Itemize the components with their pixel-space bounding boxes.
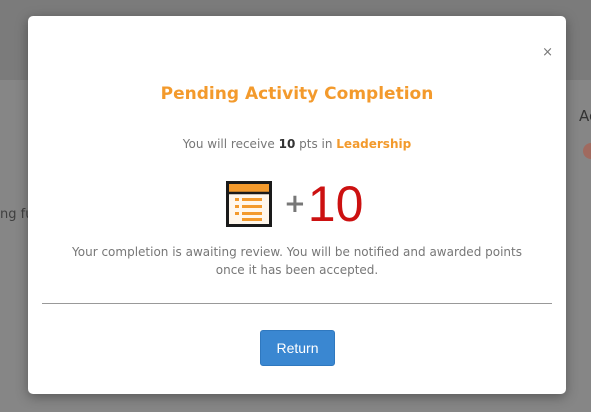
background-side-text: Ac: [579, 107, 591, 125]
receive-category: Leadership: [336, 137, 412, 151]
pending-activity-modal: × Pending Activity Completion You will r…: [28, 16, 566, 394]
receive-prefix: You will receive: [182, 137, 275, 151]
receive-points: 10: [278, 137, 296, 151]
points-amount: 10: [307, 176, 364, 232]
modal-title: Pending Activity Completion: [160, 84, 434, 104]
close-button[interactable]: ×: [542, 46, 553, 59]
modal-divider: [42, 303, 552, 304]
points-display: + 10: [226, 176, 363, 232]
activity-list-icon: [226, 181, 272, 227]
receive-unit: pts in: [299, 137, 333, 151]
receive-text: You will receive 10 pts in Leadership: [28, 137, 566, 151]
return-button[interactable]: Return: [260, 330, 335, 366]
plus-sign: +: [284, 189, 306, 219]
review-message: Your completion is awaiting review. You …: [72, 245, 522, 277]
